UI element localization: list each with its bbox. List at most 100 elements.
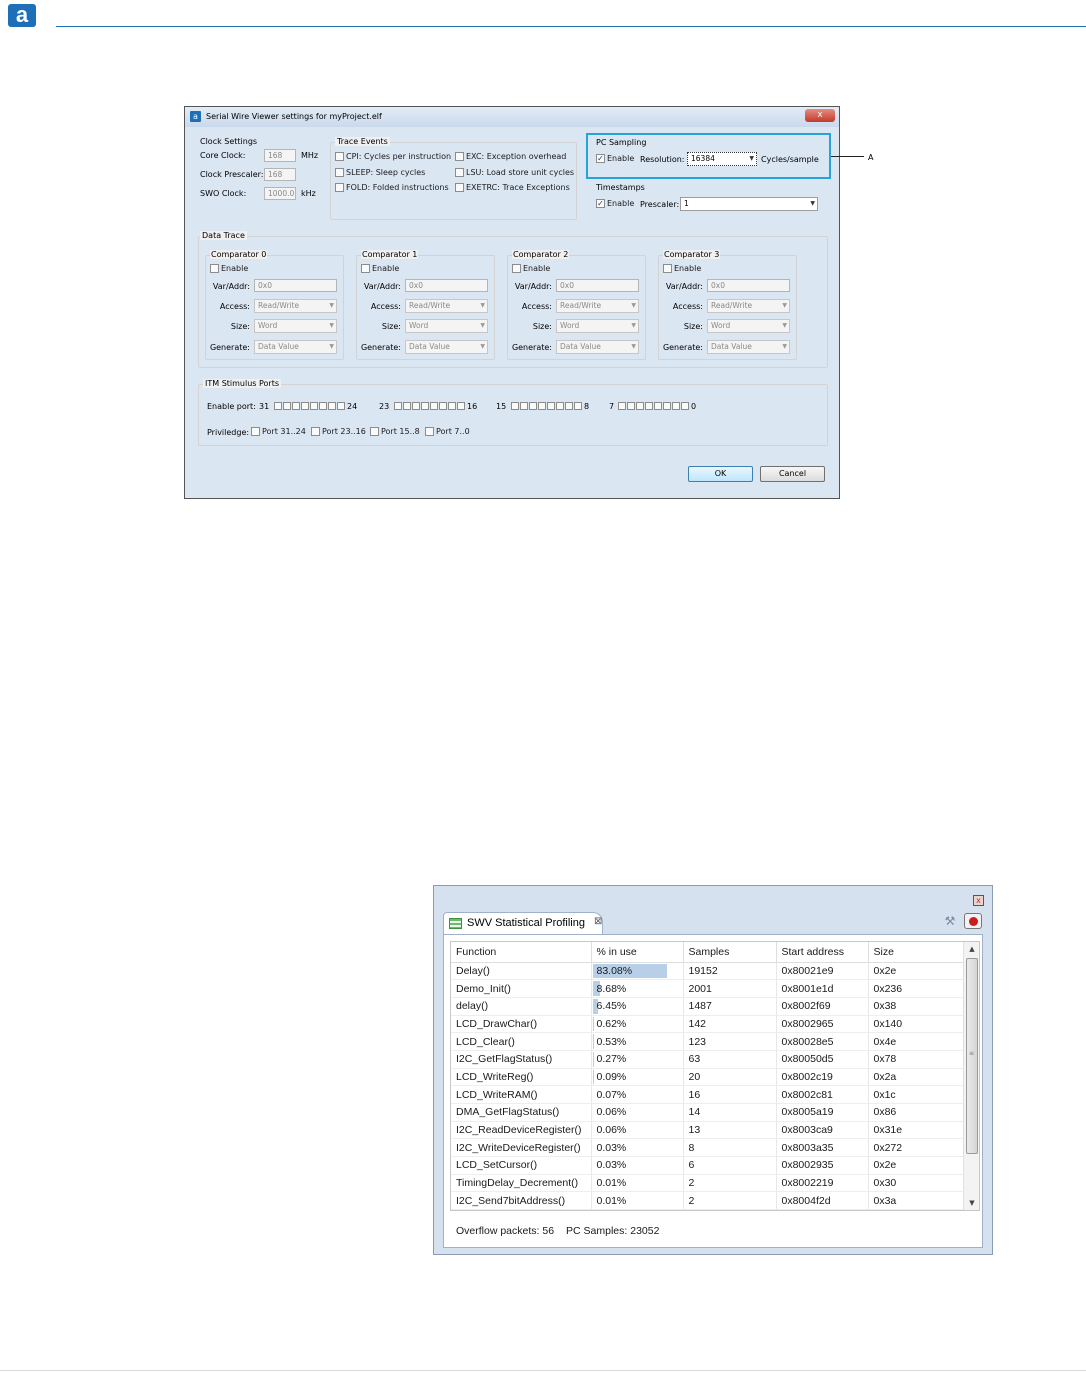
itm-port-checkbox[interactable] [421,402,429,410]
size-select[interactable]: Word ▼ [254,319,337,333]
table-row[interactable]: TimingDelay_Decrement() 0.01% 2 0x800221… [451,1174,965,1193]
ok-button[interactable]: OK [688,466,753,482]
comparator-enable-checkbox[interactable]: Enable [512,264,550,273]
table-row[interactable]: LCD_WriteReg() 0.09% 20 0x8002c19 0x2a [451,1068,965,1087]
itm-port-checkbox[interactable] [520,402,528,410]
exc-checkbox[interactable]: EXC: Exception overhead [455,152,566,161]
itm-port-checkbox[interactable] [556,402,564,410]
var-addr-field[interactable]: 0x0 [707,279,790,292]
size-select[interactable]: Word ▼ [556,319,639,333]
itm-port-checkbox[interactable] [283,402,291,410]
itm-port-checkbox[interactable] [310,402,318,410]
scroll-up-icon[interactable]: ▲ [964,942,979,956]
table-row[interactable]: Delay() 83.08% 19152 0x80021e9 0x2e [451,962,965,981]
itm-port-checkbox[interactable] [547,402,555,410]
itm-port-checkbox[interactable] [328,402,336,410]
close-icon[interactable]: x [973,895,984,906]
itm-port-checkbox[interactable] [448,402,456,410]
comparator-enable-checkbox[interactable]: Enable [361,264,399,273]
access-select[interactable]: Read/Write ▼ [405,299,488,313]
table-row[interactable]: I2C_GetFlagStatus() 0.27% 63 0x80050d5 0… [451,1050,965,1069]
size-select[interactable]: Word ▼ [405,319,488,333]
close-icon[interactable]: x [805,109,835,122]
table-row[interactable]: LCD_DrawChar() 0.62% 142 0x8002965 0x140 [451,1015,965,1034]
privilege-port-31-24[interactable]: Port 31..24 [251,427,306,436]
itm-port-checkbox[interactable] [511,402,519,410]
table-row[interactable]: I2C_ReadDeviceRegister() 0.06% 13 0x8003… [451,1121,965,1140]
clock-prescaler-field[interactable]: 168 [264,168,296,181]
configure-icon[interactable]: ⚒ [942,913,958,929]
size-cell: 0x38 [868,997,965,1016]
itm-port-checkbox[interactable] [301,402,309,410]
column-header-size[interactable]: Size [868,942,965,963]
column-header-start-address[interactable]: Start address [776,942,869,963]
exetrc-checkbox[interactable]: EXETRC: Trace Exceptions [455,183,570,192]
core-clock-field[interactable]: 168 [264,149,296,162]
itm-port-checkbox[interactable] [529,402,537,410]
table-row[interactable]: Demo_Init() 8.68% 2001 0x8001e1d 0x236 [451,979,965,998]
lsu-checkbox[interactable]: LSU: Load store unit cycles [455,168,574,177]
var-addr-field[interactable]: 0x0 [405,279,488,292]
itm-port-checkbox[interactable] [645,402,653,410]
comparator-enable-checkbox[interactable]: Enable [663,264,701,273]
fold-checkbox[interactable]: FOLD: Folded instructions [335,183,449,192]
itm-port-checkbox[interactable] [681,402,689,410]
column-header-samples[interactable]: Samples [683,942,777,963]
privilege-port-23-16[interactable]: Port 23..16 [311,427,366,436]
record-icon[interactable] [964,913,982,929]
table-row[interactable]: LCD_SetCursor() 0.03% 6 0x8002935 0x2e [451,1156,965,1175]
dialog-titlebar[interactable]: a Serial Wire Viewer settings for myProj… [185,107,839,127]
tab-swv-statistical-profiling[interactable]: SWV Statistical Profiling ⊠ [443,912,603,934]
itm-port-checkbox[interactable] [430,402,438,410]
itm-port-checkbox[interactable] [672,402,680,410]
table-row[interactable]: DMA_GetFlagStatus() 0.06% 14 0x8005a19 0… [451,1103,965,1122]
privilege-port-7-0[interactable]: Port 7..0 [425,427,470,436]
itm-port-checkbox[interactable] [663,402,671,410]
itm-port-checkbox[interactable] [394,402,402,410]
itm-port-checkbox[interactable] [618,402,626,410]
itm-port-checkbox[interactable] [319,402,327,410]
itm-port-checkbox[interactable] [627,402,635,410]
itm-port-checkbox[interactable] [457,402,465,410]
itm-port-checkbox[interactable] [565,402,573,410]
itm-port-checkbox[interactable] [538,402,546,410]
access-select[interactable]: Read/Write ▼ [556,299,639,313]
access-select[interactable]: Read/Write ▼ [254,299,337,313]
generate-select[interactable]: Data Value ▼ [707,340,790,354]
generate-select[interactable]: Data Value ▼ [405,340,488,354]
table-row[interactable]: LCD_WriteRAM() 0.07% 16 0x8002c81 0x1c [451,1085,965,1104]
table-row[interactable]: I2C_Send7bitAddress() 0.01% 2 0x8004f2d … [451,1191,965,1210]
size-select[interactable]: Word ▼ [707,319,790,333]
sleep-checkbox[interactable]: SLEEP: Sleep cycles [335,168,425,177]
timestamps-enable-checkbox[interactable]: ✓ Enable [596,199,634,208]
itm-port-checkbox[interactable] [337,402,345,410]
generate-select[interactable]: Data Value ▼ [556,340,639,354]
swo-clock-field[interactable]: 1000.0 [264,187,296,200]
table-row[interactable]: I2C_WriteDeviceRegister() 0.03% 8 0x8003… [451,1138,965,1158]
table-row[interactable]: delay() 6.45% 1487 0x8002f69 0x38 [451,997,965,1016]
itm-port-checkbox[interactable] [654,402,662,410]
column-header-function[interactable]: Function [451,942,592,963]
itm-port-checkbox[interactable] [412,402,420,410]
itm-port-checkbox[interactable] [636,402,644,410]
itm-port-checkbox[interactable] [292,402,300,410]
cancel-button[interactable]: Cancel [760,466,825,482]
privilege-port-15-8[interactable]: Port 15..8 [370,427,420,436]
tab-close-icon[interactable]: ⊠ [594,916,602,927]
comparator-enable-checkbox[interactable]: Enable [210,264,248,273]
table-row[interactable]: LCD_Clear() 0.53% 123 0x80028e5 0x4e [451,1032,965,1051]
itm-port-checkbox[interactable] [439,402,447,410]
itm-port-checkbox[interactable] [574,402,582,410]
column-header-percent[interactable]: % in use [591,942,684,963]
var-addr-field[interactable]: 0x0 [556,279,639,292]
cpi-checkbox[interactable]: CPI: Cycles per instruction [335,152,451,161]
itm-port-checkbox[interactable] [403,402,411,410]
scroll-down-icon[interactable]: ▼ [964,1196,979,1210]
access-select[interactable]: Read/Write ▼ [707,299,790,313]
scroll-thumb[interactable]: ≡ [966,958,978,1154]
var-addr-field[interactable]: 0x0 [254,279,337,292]
generate-select[interactable]: Data Value ▼ [254,340,337,354]
vertical-scrollbar[interactable]: ▲ ≡ ▼ [963,942,979,1210]
itm-port-checkbox[interactable] [274,402,282,410]
timestamp-prescaler-select[interactable]: 1 ▼ [680,197,818,211]
